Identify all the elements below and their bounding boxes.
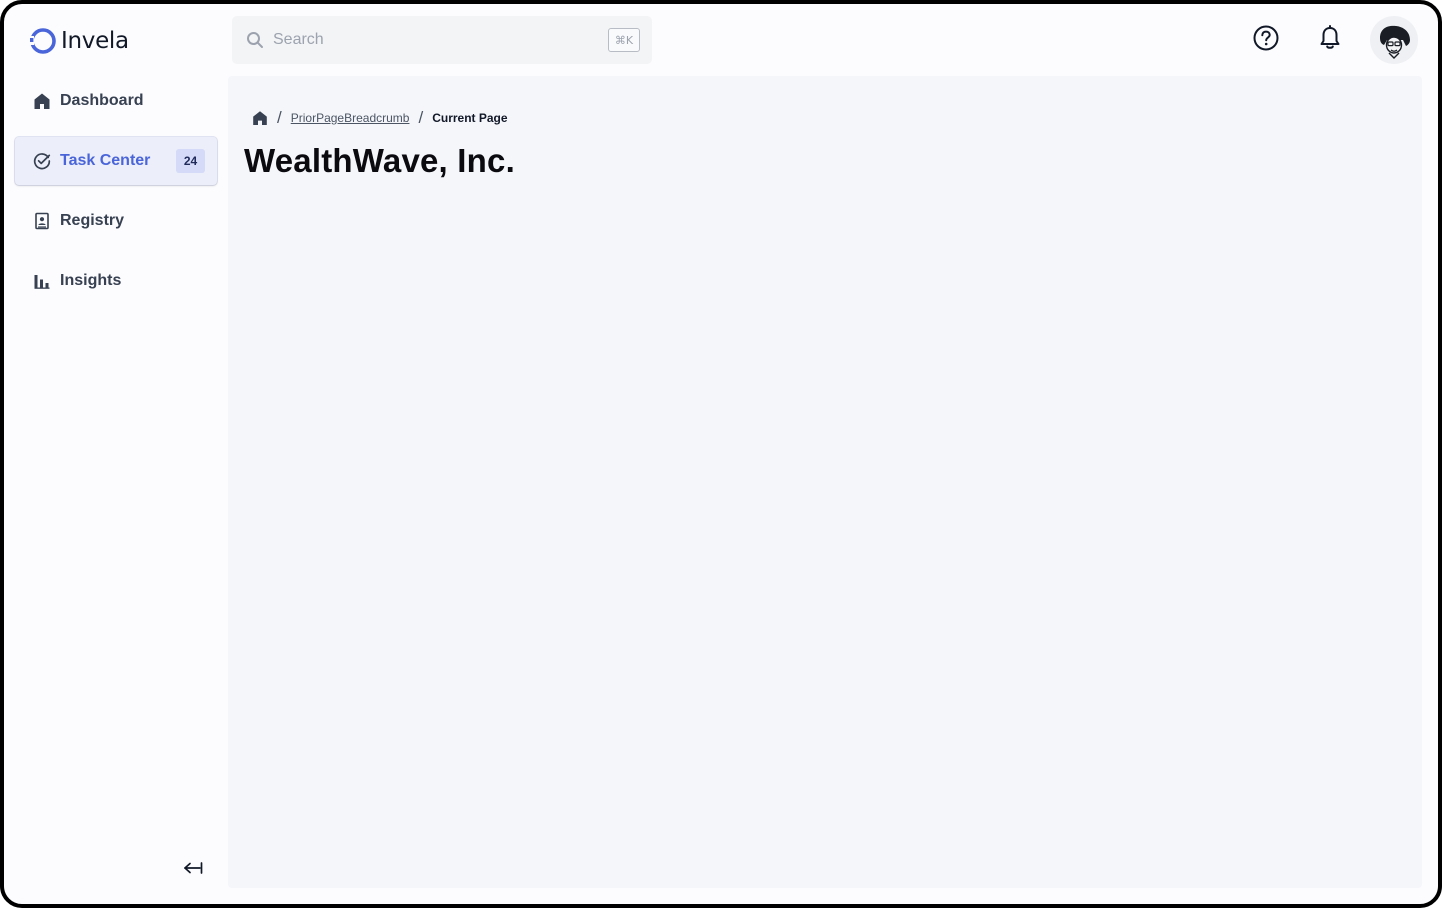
main-content: / PriorPageBreadcrumb / Current Page Wea… (228, 76, 1422, 888)
bell-icon[interactable] (1316, 24, 1344, 52)
sidebar-item-label: Registry (60, 212, 125, 229)
home-icon[interactable] (252, 110, 268, 126)
sidebar-item-label: Dashboard (60, 92, 144, 109)
avatar-illustration-icon (1380, 25, 1410, 59)
sidebar-item-dashboard[interactable]: Dashboard (15, 77, 217, 125)
user-avatar[interactable] (1370, 16, 1418, 64)
sidebar-item-task-center[interactable]: Task Center 24 (15, 137, 217, 185)
registry-icon (35, 212, 49, 230)
breadcrumb-separator: / (418, 108, 424, 127)
page-title: WealthWave, Inc. (244, 142, 515, 179)
breadcrumb: / PriorPageBreadcrumb / Current Page (252, 108, 508, 128)
task-count-badge: 24 (176, 149, 205, 173)
bar-chart-icon (34, 275, 50, 289)
check-circle-icon (33, 153, 51, 170)
sidebar-item-registry[interactable]: Registry (15, 197, 217, 245)
breadcrumb-separator: / (277, 108, 282, 127)
app-window: Invela ⌘K Dashboard (0, 0, 1442, 908)
breadcrumb-prior-link[interactable]: PriorPageBreadcrumb (291, 111, 410, 125)
help-circle-icon[interactable] (1252, 24, 1280, 52)
breadcrumb-current: Current Page (432, 111, 508, 125)
collapse-arrow-icon[interactable] (182, 859, 204, 877)
sidebar-item-insights[interactable]: Insights (15, 257, 217, 305)
search-bar[interactable]: ⌘K (232, 16, 652, 64)
app-name: Invela (61, 28, 129, 54)
search-input[interactable] (273, 31, 593, 49)
home-icon (34, 93, 50, 109)
app-logo[interactable]: Invela (28, 26, 129, 56)
sidebar-item-label: Task Center (60, 152, 151, 169)
sidebar-item-label: Insights (60, 272, 122, 289)
search-shortcut-hint: ⌘K (608, 28, 640, 52)
invela-logo-icon (29, 28, 56, 54)
search-icon (247, 32, 263, 48)
